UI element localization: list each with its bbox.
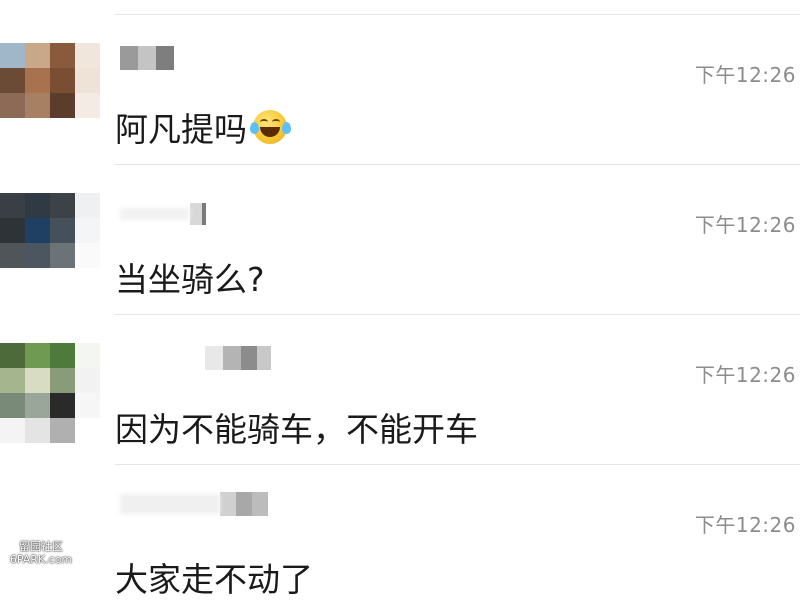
comment-text-content: 当坐骑么? [115, 260, 265, 299]
watermark-line1: 留园社区 [19, 540, 63, 553]
comment-text: 当坐骑么? [115, 253, 265, 301]
comment-list: 下午12:26 阿凡提吗 下午12:26 当坐骑么? 下午12:26 因为不能骑… [0, 0, 800, 615]
comment-time: 下午12:26 [694, 363, 796, 387]
comment-text-content: 阿凡提吗 [115, 110, 247, 149]
site-watermark: 留园社区 6PARK.com [6, 540, 76, 566]
comment-text-content: 大家走不动了 [115, 560, 313, 599]
comment-text: 因为不能骑车，不能开车 [115, 403, 478, 451]
avatar[interactable] [0, 193, 100, 293]
username-pixelated[interactable] [120, 45, 174, 71]
username-pixelated[interactable] [205, 345, 271, 371]
username-pixelated[interactable] [120, 491, 268, 517]
comment-text: 阿凡提吗 [115, 103, 291, 151]
comment-text-content: 因为不能骑车，不能开车 [115, 410, 478, 449]
watermark-line2: 6PARK.com [9, 553, 73, 566]
laughing-tears-emoji-icon [250, 108, 291, 146]
comment-item: 下午12:26 当坐骑么? [0, 165, 800, 315]
avatar[interactable] [0, 343, 100, 443]
comment-item: 下午12:26 阿凡提吗 [0, 15, 800, 165]
comment-item: 下午12:26 大家走不动了 [0, 465, 800, 615]
comment-text: 大家走不动了 [115, 553, 313, 601]
comment-time: 下午12:26 [694, 63, 796, 87]
username-pixelated[interactable] [120, 201, 206, 227]
comment-item: 下午12:26 因为不能骑车，不能开车 [0, 315, 800, 465]
comment-time: 下午12:26 [694, 513, 796, 537]
comment-time: 下午12:26 [694, 213, 796, 237]
avatar[interactable] [0, 43, 100, 143]
